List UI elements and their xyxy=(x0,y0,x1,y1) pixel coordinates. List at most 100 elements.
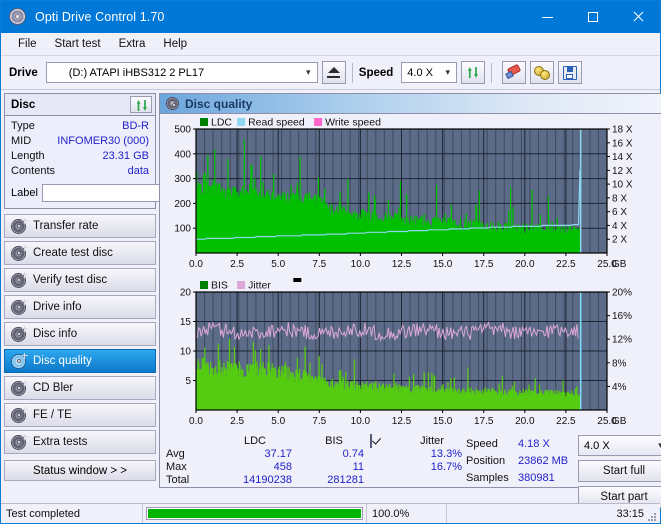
sidebar-item-disc-quality[interactable]: Disc quality xyxy=(4,349,156,373)
svg-text:12.5: 12.5 xyxy=(392,259,412,270)
svg-text:100: 100 xyxy=(174,224,191,235)
eraser-icon xyxy=(505,63,522,80)
save-icon xyxy=(563,65,578,80)
sidebar-item-create-test-disc[interactable]: Create test disc xyxy=(4,241,156,265)
svg-text:10.0: 10.0 xyxy=(351,416,371,427)
settings-button[interactable] xyxy=(530,61,555,84)
disc-panel-header: Disc xyxy=(5,94,155,116)
svg-text:8%: 8% xyxy=(612,358,627,369)
maximize-button[interactable] xyxy=(570,1,615,33)
svg-text:15.0: 15.0 xyxy=(433,416,453,427)
speed-select[interactable]: 4.0 X ▾ xyxy=(401,62,458,83)
speed-label: Speed xyxy=(358,66,394,79)
chevron-down-icon: ▾ xyxy=(658,440,661,450)
disc-label-row: Label xyxy=(11,182,246,203)
disc-panel: Disc Type BD-R MID INFOMER30 (000) Lengt… xyxy=(4,93,246,209)
start-full-button[interactable]: Start full xyxy=(578,460,661,482)
sidebar-item-fe-te[interactable]: FE / TE xyxy=(4,403,156,427)
svg-text:200: 200 xyxy=(174,199,191,210)
disc-row-value: data xyxy=(127,165,149,177)
erase-button[interactable] xyxy=(502,61,527,84)
stats-max-bis: 11 xyxy=(352,461,364,473)
drive-select-value: (D:) ATAPI iHBS312 2 PL17 xyxy=(68,66,205,79)
resize-grip[interactable] xyxy=(647,510,657,521)
sidebar-item-disc-info[interactable]: Disc info xyxy=(4,322,156,346)
svg-text:20.0: 20.0 xyxy=(515,259,535,270)
stats-table: LDC BIS Jitter Avg 37.17 0.74 13.3% Max … xyxy=(166,434,466,508)
gear-icon xyxy=(534,65,551,80)
disc-quality-header: Disc quality xyxy=(160,94,661,114)
sidebar-item-verify-test-disc[interactable]: Verify test disc xyxy=(4,268,156,292)
svg-text:300: 300 xyxy=(174,174,191,185)
drive-select[interactable]: (D:) ATAPI iHBS312 2 PL17 ▾ xyxy=(45,62,318,83)
sidebar-item-extra-tests[interactable]: Extra tests xyxy=(4,430,156,454)
stats-row-label: Total xyxy=(166,474,190,486)
stats-avg-bis: 0.74 xyxy=(342,448,364,460)
svg-text:12%: 12% xyxy=(612,335,632,346)
svg-text:0.0: 0.0 xyxy=(189,259,203,270)
disc-label-key: Label xyxy=(11,186,38,199)
disc-row-value: BD-R xyxy=(122,120,149,132)
stats-col-jitter: Jitter xyxy=(420,435,444,447)
menu-item-start-test[interactable]: Start test xyxy=(46,36,110,52)
disc-row-length: Length 23.31 GB xyxy=(11,149,149,164)
sidebar-item-cd-bler[interactable]: CD Bler xyxy=(4,376,156,400)
test-speed-select[interactable]: 4.0 X ▾ xyxy=(578,435,661,456)
disc-row-value: 23.31 GB xyxy=(102,150,149,162)
chart-bis-jitter[interactable]: BIS Jitter 5 10 15 20 4% 8% 12% 16% 20% 0.0 2.5 5.0 7.… xyxy=(160,274,661,431)
stats-avg-jitter: 13.3% xyxy=(430,448,462,460)
menu-item-extra[interactable]: Extra xyxy=(110,36,155,52)
app-disc-icon xyxy=(9,8,27,26)
refresh-button[interactable] xyxy=(461,61,486,84)
menu-item-file[interactable]: File xyxy=(9,36,46,52)
stats-position-row: Position 23862 MB xyxy=(466,452,578,469)
disc-icon xyxy=(11,217,28,234)
stats-total-ldc: 14190238 xyxy=(243,474,292,486)
status-window-button[interactable]: Status window > > xyxy=(4,460,156,481)
chevron-down-icon: ▾ xyxy=(445,67,451,77)
chart-bis-svg: BIS Jitter 5 10 15 20 4% 8% 12% 16% 20% 0.0 2.5 5.0 7.… xyxy=(180,278,632,427)
disc-row-type: Type BD-R xyxy=(11,119,149,134)
svg-text:10.0: 10.0 xyxy=(351,259,371,270)
disc-panel-body: Type BD-R MID INFOMER30 (000) Length 23.… xyxy=(5,116,246,208)
minimize-icon xyxy=(542,16,553,18)
svg-text:15.0: 15.0 xyxy=(433,259,453,270)
speed-select-value: 4.0 X xyxy=(407,66,433,79)
progress-percent: 100.0% xyxy=(367,504,447,523)
stats-position-label: Position xyxy=(466,454,506,467)
svg-text:12.5: 12.5 xyxy=(392,416,412,427)
svg-text:5.0: 5.0 xyxy=(271,259,285,270)
svg-text:12 X: 12 X xyxy=(612,166,633,177)
disc-refresh-button[interactable] xyxy=(130,96,152,113)
svg-text:15: 15 xyxy=(180,317,192,328)
save-button[interactable] xyxy=(558,61,583,84)
progress-bar xyxy=(143,504,367,523)
svg-text:0.0: 0.0 xyxy=(189,416,203,427)
disc-row-key: Contents xyxy=(11,165,56,177)
chart-ldc-readspeed[interactable]: LDC Read speed Write speed 100 200 300 400 500 2… xyxy=(160,114,661,274)
sidebar: Disc Type BD-R MID INFOMER30 (000) Lengt… xyxy=(1,90,246,491)
sidebar-item-label: CD Bler xyxy=(33,382,74,394)
drive-label: Drive xyxy=(9,66,38,79)
stats-col-bis: BIS xyxy=(325,435,343,447)
chart-ldc-svg: LDC Read speed Write speed 100 200 300 400 500 2… xyxy=(174,117,633,271)
sidebar-nav: Transfer rate Create test disc Verify te… xyxy=(4,214,156,454)
body: Disc Type BD-R MID INFOMER30 (000) Lengt… xyxy=(1,90,661,508)
sidebar-item-label: Disc info xyxy=(33,328,78,340)
svg-text:18 X: 18 X xyxy=(612,125,633,136)
sidebar-item-label: Transfer rate xyxy=(33,220,99,232)
sidebar-item-label: Create test disc xyxy=(33,247,113,259)
sidebar-item-transfer-rate[interactable]: Transfer rate xyxy=(4,214,156,238)
disc-icon xyxy=(11,352,28,369)
eject-button[interactable] xyxy=(321,61,346,84)
jitter-checkbox[interactable] xyxy=(370,434,396,448)
svg-text:Write speed: Write speed xyxy=(325,117,381,129)
minimize-button[interactable] xyxy=(525,1,570,33)
close-button[interactable] xyxy=(615,1,660,33)
disc-icon xyxy=(11,298,28,315)
menu-item-help[interactable]: Help xyxy=(154,36,196,52)
sidebar-item-drive-info[interactable]: Drive info xyxy=(4,295,156,319)
sidebar-item-label: Verify test disc xyxy=(33,274,108,286)
disc-icon xyxy=(11,271,28,288)
charts: LDC Read speed Write speed 100 200 300 400 500 2… xyxy=(160,114,661,431)
